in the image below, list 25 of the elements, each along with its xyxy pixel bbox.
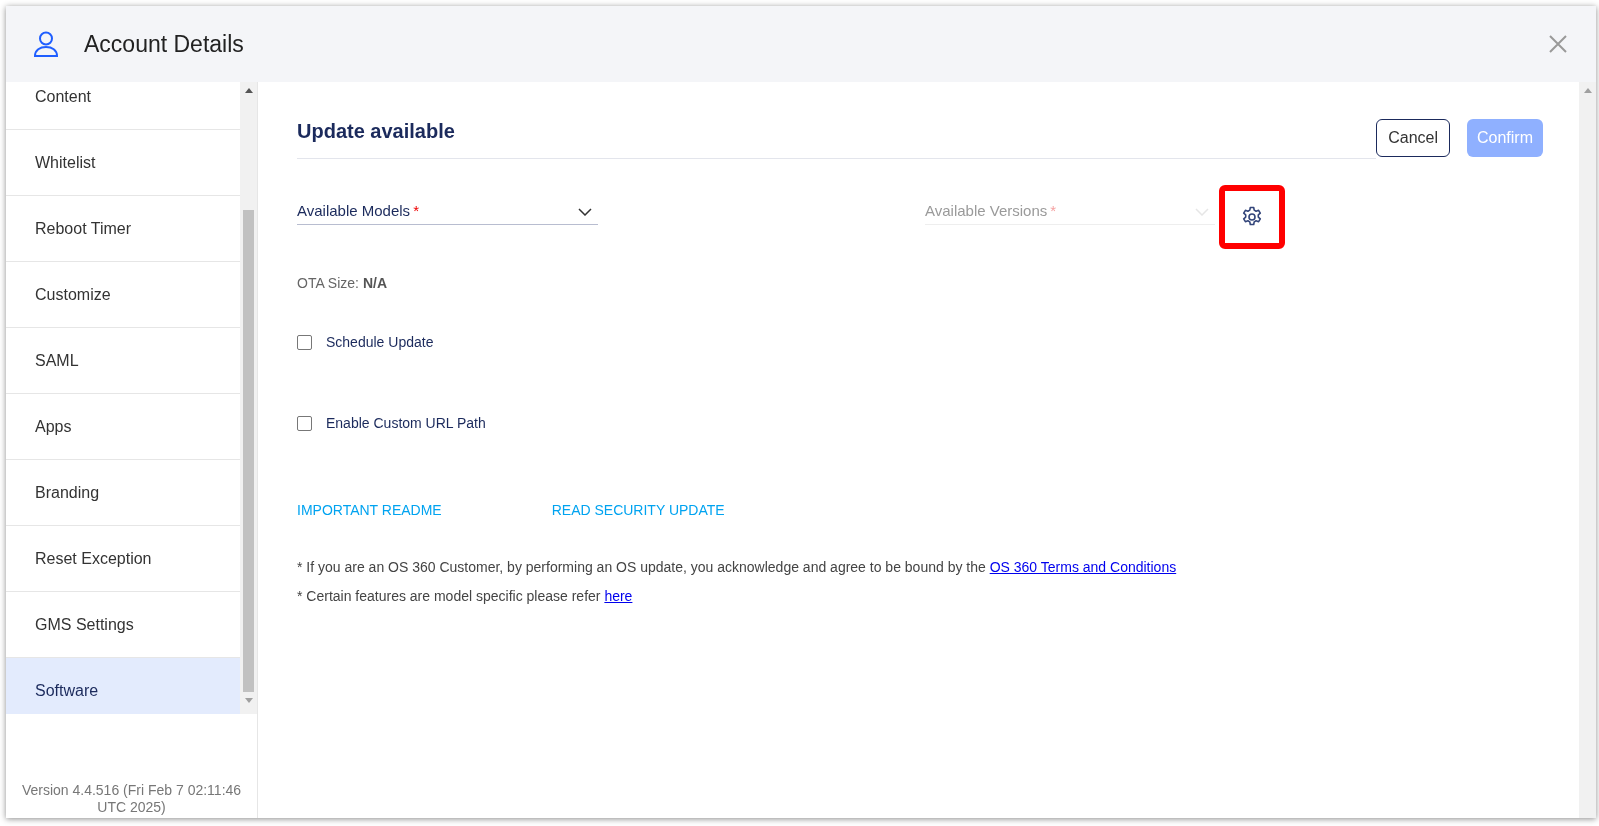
checkbox-label[interactable]: Schedule Update xyxy=(326,332,434,353)
link[interactable]: here xyxy=(604,588,633,604)
cancel-button[interactable]: Cancel xyxy=(1376,119,1450,157)
chevron-down-icon xyxy=(1195,207,1209,216)
checkbox[interactable] xyxy=(297,416,312,431)
chevron-down-icon xyxy=(578,207,592,216)
footnote-text: * If you are an OS 360 Customer, by performing an OS update, you acknowledge and agree to be bound by the OS 360 Terms and Conditions xyxy=(297,558,1178,577)
scrollbar-thumb[interactable] xyxy=(243,210,255,692)
sidebar-item[interactable]: Software xyxy=(6,658,241,714)
checkbox-label[interactable]: Enable Custom URL Path xyxy=(326,413,486,434)
ota-size-text: OTA Size: N/A xyxy=(297,274,388,293)
link[interactable]: OS 360 Terms and Conditions xyxy=(989,559,1177,575)
version-text: Version 4.4.516 (Fri Feb 7 02:11:46 UTC 2025) xyxy=(20,782,243,817)
section-title: Update available xyxy=(297,120,455,142)
sidebar-scrollbar[interactable] xyxy=(240,82,257,714)
scroll-up-icon[interactable] xyxy=(244,88,253,94)
window-title: Account Details xyxy=(84,29,244,59)
footnote-text: * Certain features are model specific please refer here xyxy=(297,587,634,606)
checkbox[interactable] xyxy=(297,335,312,350)
close-icon[interactable] xyxy=(1548,34,1568,54)
scroll-down-icon[interactable] xyxy=(244,698,253,704)
select-field[interactable]: Available Models * xyxy=(297,199,598,225)
user-icon xyxy=(32,30,60,58)
content-scrollbar[interactable] xyxy=(1579,82,1596,818)
select-field: Available Versions * xyxy=(925,199,1215,225)
